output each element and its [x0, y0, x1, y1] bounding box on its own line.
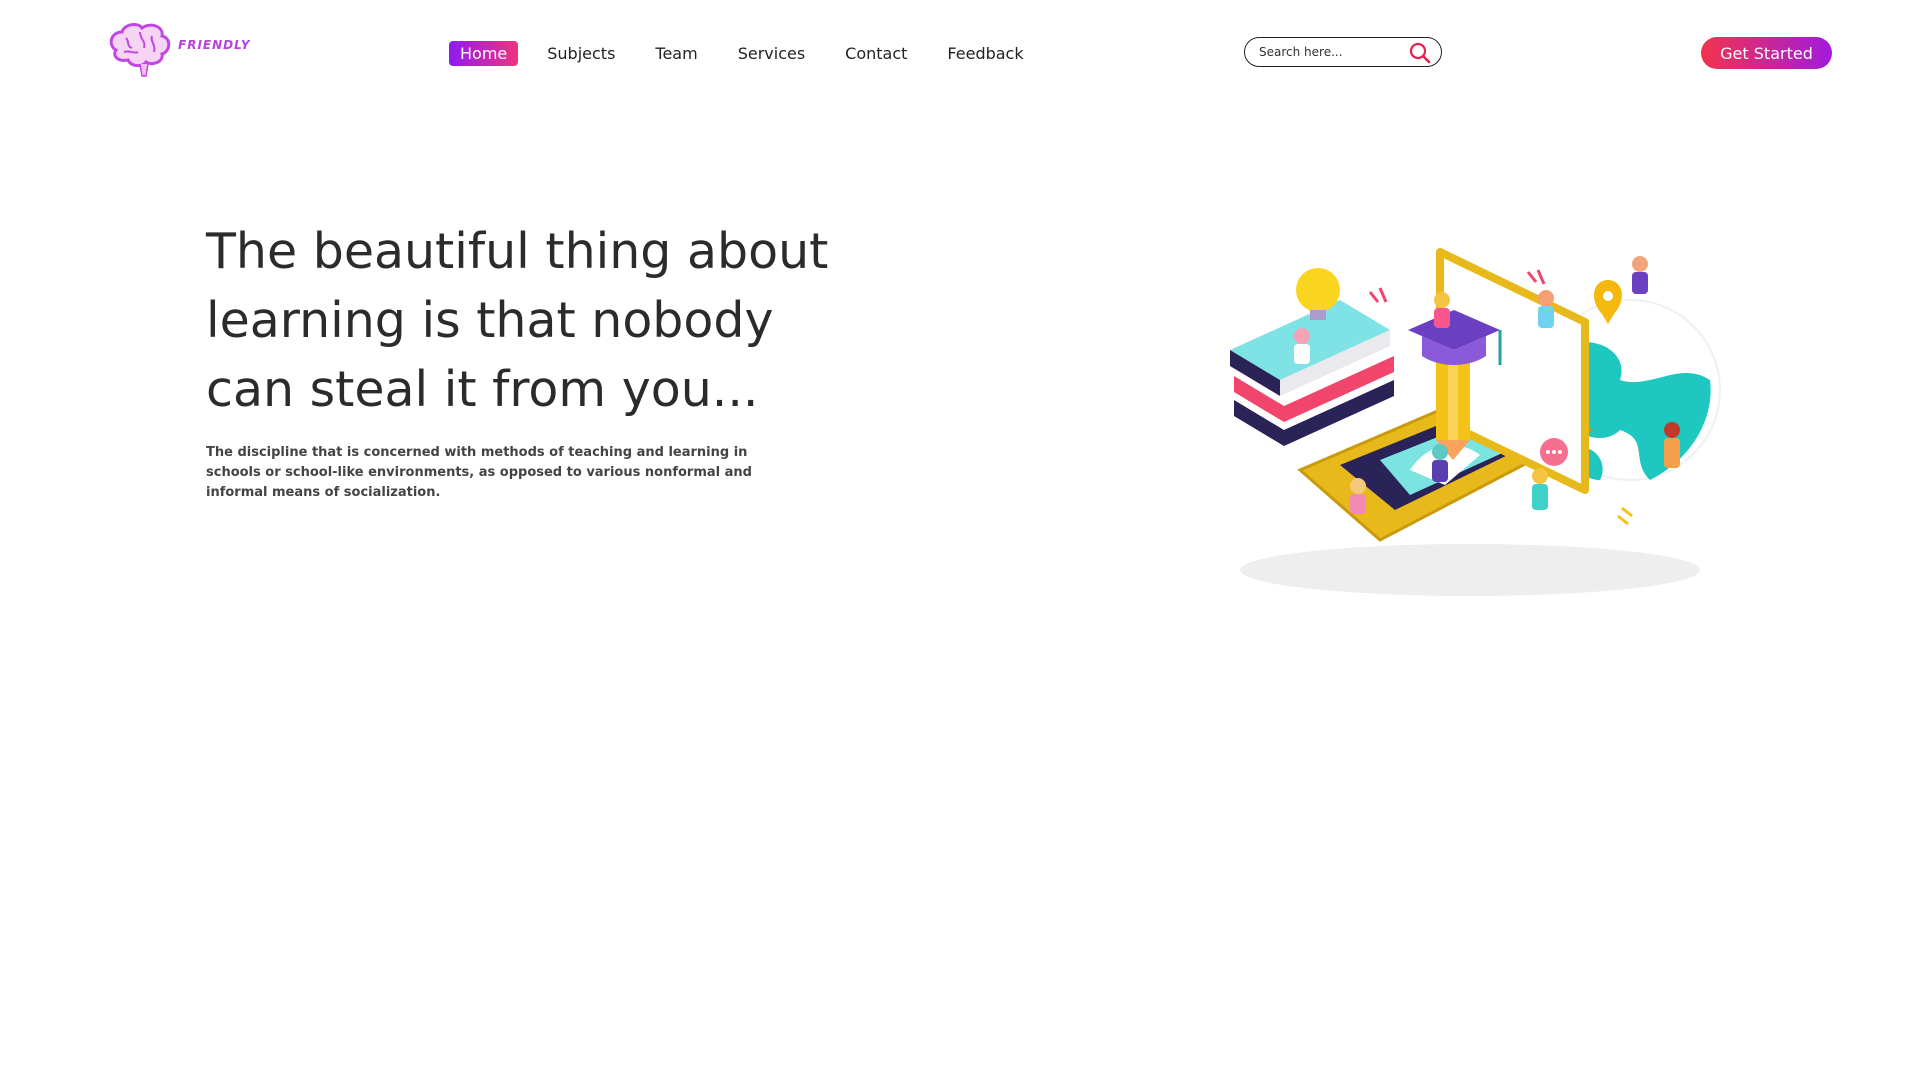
- hero-illustration: [1210, 240, 1740, 600]
- hero-headline: The beautiful thing about learning is th…: [206, 223, 829, 418]
- search-box: [1244, 37, 1442, 67]
- search-input[interactable]: [1257, 44, 1401, 60]
- search-button[interactable]: [1409, 42, 1431, 64]
- nav-item-home[interactable]: Home: [449, 40, 519, 66]
- nav-item-subjects[interactable]: Subjects: [536, 41, 626, 66]
- nav-item-feedback[interactable]: Feedback: [936, 41, 1034, 66]
- search-icon: [1409, 42, 1431, 64]
- main-nav: Home Subjects Team Services Contact Feed…: [449, 40, 1053, 66]
- logo-text: FRIENDLY: [178, 38, 251, 52]
- nav-item-team[interactable]: Team: [644, 41, 708, 66]
- nav-item-services[interactable]: Services: [727, 41, 816, 66]
- nav-item-contact[interactable]: Contact: [834, 41, 918, 66]
- brain-logo-icon: [109, 23, 171, 77]
- get-started-button[interactable]: Get Started: [1701, 37, 1832, 69]
- hero-subtext: The discipline that is concerned with me…: [206, 445, 752, 500]
- education-illustration-image: [1230, 248, 1721, 596]
- brand-logo[interactable]: FRIENDLY: [106, 20, 250, 80]
